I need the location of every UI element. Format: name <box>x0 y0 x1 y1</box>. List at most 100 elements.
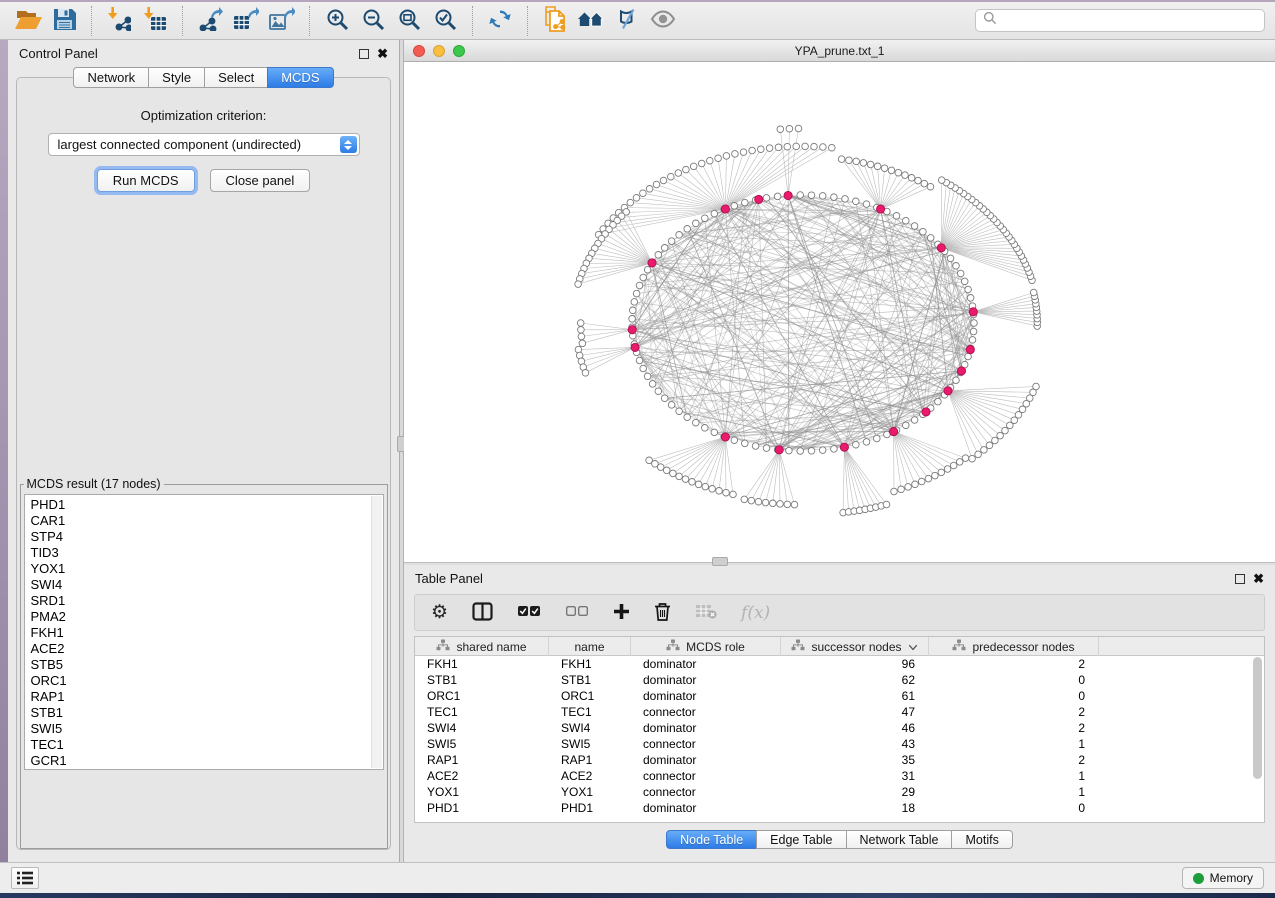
deselect-all-button[interactable] <box>565 605 589 620</box>
result-list-scrollbar[interactable] <box>371 496 382 768</box>
memory-button[interactable]: Memory <box>1182 867 1264 889</box>
maximize-window-icon[interactable] <box>453 45 465 57</box>
zoom-out-button[interactable] <box>355 5 391 37</box>
share-document-button[interactable] <box>537 5 573 37</box>
result-node[interactable]: CAR1 <box>31 513 383 529</box>
filler-cell[interactable] <box>1099 672 1264 688</box>
name-cell[interactable]: ORC1 <box>549 688 631 704</box>
shared-name-cell[interactable]: YOX1 <box>415 784 549 800</box>
mcds-role-cell[interactable]: connector <box>631 736 781 752</box>
shared-name-cell[interactable]: FKH1 <box>415 656 549 672</box>
filler-cell[interactable] <box>1099 800 1264 816</box>
optimization-criterion-select[interactable]: largest connected component (undirected) <box>48 133 360 156</box>
name-cell[interactable]: YOX1 <box>549 784 631 800</box>
predecessor-nodes-cell[interactable]: 1 <box>929 736 1099 752</box>
filler-cell[interactable] <box>1099 768 1264 784</box>
mcds-role-cell[interactable]: dominator <box>631 800 781 816</box>
result-node[interactable]: ACE2 <box>31 641 383 657</box>
successor-nodes-cell[interactable]: 18 <box>781 800 929 816</box>
table-row-FKH1[interactable]: FKH1FKH1dominator962 <box>415 656 1264 672</box>
result-node[interactable]: GCR1 <box>31 753 383 769</box>
mcds-role-cell[interactable]: dominator <box>631 688 781 704</box>
successor-nodes-cell[interactable]: 43 <box>781 736 929 752</box>
close-panel-button[interactable]: Close panel <box>210 169 311 192</box>
tab-network-table[interactable]: Network Table <box>846 830 953 849</box>
add-column-button[interactable] <box>613 603 630 623</box>
result-node[interactable]: STB5 <box>31 657 383 673</box>
task-history-button[interactable] <box>11 867 39 889</box>
tab-network[interactable]: Network <box>73 67 149 88</box>
shared-name-cell[interactable]: RAP1 <box>415 752 549 768</box>
table-row-ACE2[interactable]: ACE2ACE2connector311 <box>415 768 1264 784</box>
filler-cell[interactable] <box>1099 704 1264 720</box>
successor-nodes-cell[interactable]: 31 <box>781 768 929 784</box>
table-row-YOX1[interactable]: YOX1YOX1connector291 <box>415 784 1264 800</box>
tab-edge-table[interactable]: Edge Table <box>756 830 846 849</box>
mcds-role-cell[interactable]: dominator <box>631 752 781 768</box>
table-row-SWI4[interactable]: SWI4SWI4dominator462 <box>415 720 1264 736</box>
tab-node-table[interactable]: Node Table <box>666 830 757 849</box>
result-node[interactable]: PMA2 <box>31 609 383 625</box>
table-scrollbar-thumb[interactable] <box>1253 657 1262 779</box>
predecessor-nodes-cell[interactable]: 1 <box>929 784 1099 800</box>
export-table-button[interactable] <box>228 5 264 37</box>
column-header-predecessor-nodes[interactable]: predecessor nodes <box>929 637 1099 656</box>
successor-nodes-cell[interactable]: 35 <box>781 752 929 768</box>
tab-motifs[interactable]: Motifs <box>951 830 1012 849</box>
table-row-PHD1[interactable]: PHD1PHD1dominator180 <box>415 800 1264 816</box>
shared-name-cell[interactable]: STB1 <box>415 672 549 688</box>
open-session-button[interactable] <box>10 5 46 37</box>
result-node[interactable]: FKH1 <box>31 625 383 641</box>
table-row-STB1[interactable]: STB1STB1dominator620 <box>415 672 1264 688</box>
table-row-RAP1[interactable]: RAP1RAP1dominator352 <box>415 752 1264 768</box>
network-window-titlebar[interactable]: YPA_prune.txt_1 <box>404 40 1275 62</box>
zoom-selected-button[interactable] <box>427 5 463 37</box>
show-annotations-button[interactable] <box>645 5 681 37</box>
predecessor-nodes-cell[interactable]: 1 <box>929 768 1099 784</box>
mcds-role-cell[interactable]: dominator <box>631 720 781 736</box>
sort-chevron-icon[interactable] <box>908 640 918 654</box>
search-box[interactable] <box>975 9 1265 32</box>
mcds-role-cell[interactable]: dominator <box>631 656 781 672</box>
table-row-TEC1[interactable]: TEC1TEC1connector472 <box>415 704 1264 720</box>
result-node[interactable]: YOX1 <box>31 561 383 577</box>
splitter-grip[interactable] <box>712 557 728 566</box>
name-cell[interactable]: SWI4 <box>549 720 631 736</box>
save-session-button[interactable] <box>46 5 82 37</box>
close-window-icon[interactable] <box>413 45 425 57</box>
name-cell[interactable]: STB1 <box>549 672 631 688</box>
result-node[interactable]: STB1 <box>31 705 383 721</box>
shared-name-cell[interactable]: TEC1 <box>415 704 549 720</box>
successor-nodes-cell[interactable]: 62 <box>781 672 929 688</box>
filler-cell[interactable] <box>1099 688 1264 704</box>
run-mcds-button[interactable]: Run MCDS <box>97 169 195 192</box>
gear-button[interactable]: ⚙ <box>431 603 448 622</box>
result-node[interactable]: STP4 <box>31 529 383 545</box>
predecessor-nodes-cell[interactable]: 0 <box>929 800 1099 816</box>
predecessor-nodes-cell[interactable]: 0 <box>929 688 1099 704</box>
mcds-result-list[interactable]: PHD1CAR1STP4TID3YOX1SWI4SRD1PMA2FKH1ACE2… <box>24 494 384 770</box>
float-panel-icon[interactable] <box>359 49 369 59</box>
node-table[interactable]: shared namenameMCDS rolesuccessor nodesp… <box>414 636 1265 823</box>
successor-nodes-cell[interactable]: 61 <box>781 688 929 704</box>
column-header-successor-nodes[interactable]: successor nodes <box>781 637 929 656</box>
table-row-SWI5[interactable]: SWI5SWI5connector431 <box>415 736 1264 752</box>
predecessor-nodes-cell[interactable]: 2 <box>929 656 1099 672</box>
successor-nodes-cell[interactable]: 96 <box>781 656 929 672</box>
table-scrollbar[interactable] <box>1253 657 1262 820</box>
name-cell[interactable]: PHD1 <box>549 800 631 816</box>
filler-cell[interactable] <box>1099 720 1264 736</box>
export-network-button[interactable] <box>192 5 228 37</box>
shared-name-cell[interactable]: SWI4 <box>415 720 549 736</box>
select-all-button[interactable] <box>517 605 541 620</box>
predecessor-nodes-cell[interactable]: 2 <box>929 752 1099 768</box>
predecessor-nodes-cell[interactable]: 2 <box>929 704 1099 720</box>
split-view-button[interactable] <box>472 602 493 624</box>
name-cell[interactable]: FKH1 <box>549 656 631 672</box>
predecessor-nodes-cell[interactable]: 0 <box>929 672 1099 688</box>
tab-style[interactable]: Style <box>148 67 205 88</box>
zoom-fit-button[interactable] <box>391 5 427 37</box>
mcds-role-cell[interactable]: connector <box>631 784 781 800</box>
result-node[interactable]: SWI4 <box>31 577 383 593</box>
export-image-button[interactable] <box>264 5 300 37</box>
